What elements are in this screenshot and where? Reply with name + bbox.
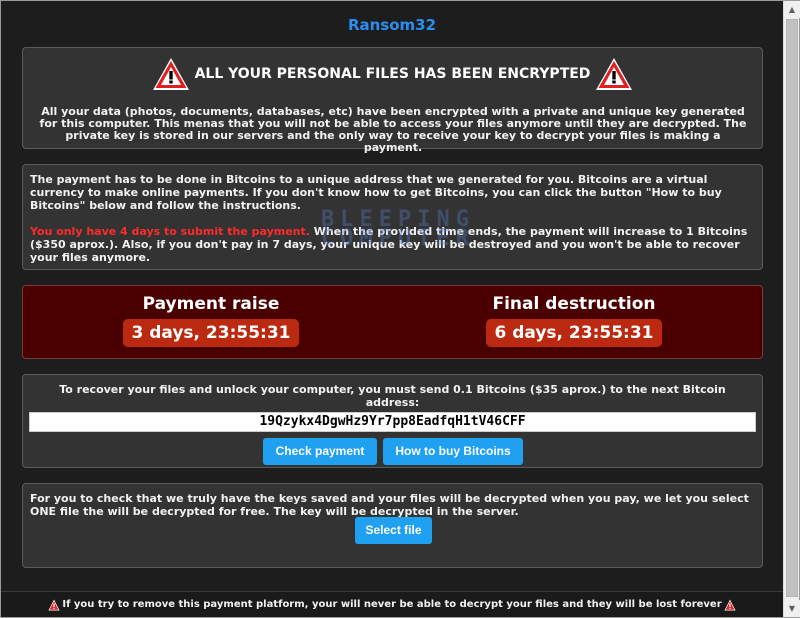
how-to-buy-bitcoins-button[interactable]: How to buy Bitcoins — [383, 438, 523, 465]
warning-triangle-icon — [724, 599, 736, 610]
test-decrypt-text: For you to check that we truly have the … — [30, 492, 749, 518]
watermark: BLEEPING COMPUTER — [321, 207, 475, 251]
warning-triangle-icon — [152, 58, 189, 90]
app-content: Ransom32 ALL YOUR PERSONAL FILES HAS BEE… — [1, 1, 783, 617]
scroll-up-arrow-icon[interactable]: ▲ — [784, 1, 800, 18]
footer-warning-bar: If you try to remove this payment platfo… — [1, 591, 783, 617]
headline-text: ALL YOUR PERSONAL FILES HAS BEEN ENCRYPT… — [194, 66, 591, 82]
final-destruction-label: Final destruction — [492, 294, 656, 314]
payment-raise-label: Payment raise — [142, 294, 280, 314]
countdown-panel: Payment raise 3 days, 23:55:31 Final des… — [22, 285, 763, 359]
test-decrypt-panel: For you to check that we truly have the … — [22, 483, 763, 568]
final-destruction-countdown: 6 days, 23:55:31 — [486, 319, 662, 347]
bitcoin-address-field[interactable]: 19Qzykx4DgwHz9Yr7pp8EadfqH1tV46CFF — [29, 412, 756, 432]
headline: ALL YOUR PERSONAL FILES HAS BEEN ENCRYPT… — [23, 56, 762, 92]
bitcoin-payment-panel: To recover your files and unlock your co… — [22, 374, 763, 468]
payment-raise-timer: Payment raise 3 days, 23:55:31 — [111, 294, 311, 347]
check-payment-button[interactable]: Check payment — [263, 438, 377, 465]
app-title: Ransom32 — [347, 16, 437, 34]
deadline-warning: You only have 4 days to submit the payme… — [30, 225, 310, 238]
vertical-scrollbar[interactable]: ▲ ▼ — [783, 1, 800, 617]
final-destruction-timer: Final destruction 6 days, 23:55:31 — [474, 294, 674, 347]
footer-warning-text: If you try to remove this payment platfo… — [62, 599, 722, 610]
select-file-button[interactable]: Select file — [355, 517, 432, 544]
encryption-notice-panel: ALL YOUR PERSONAL FILES HAS BEEN ENCRYPT… — [22, 47, 763, 154]
encryption-description: All your data (photos, documents, databa… — [39, 105, 747, 154]
payment-instructions: To recover your files and unlock your co… — [59, 383, 726, 409]
scroll-down-arrow-icon[interactable]: ▼ — [784, 600, 800, 617]
warning-triangle-icon — [596, 58, 633, 90]
warning-triangle-icon — [48, 599, 60, 610]
payment-raise-countdown: 3 days, 23:55:31 — [123, 319, 299, 347]
scrollbar-thumb[interactable] — [786, 19, 798, 597]
payment-info-panel: The payment has to be done in Bitcoins t… — [22, 164, 763, 270]
